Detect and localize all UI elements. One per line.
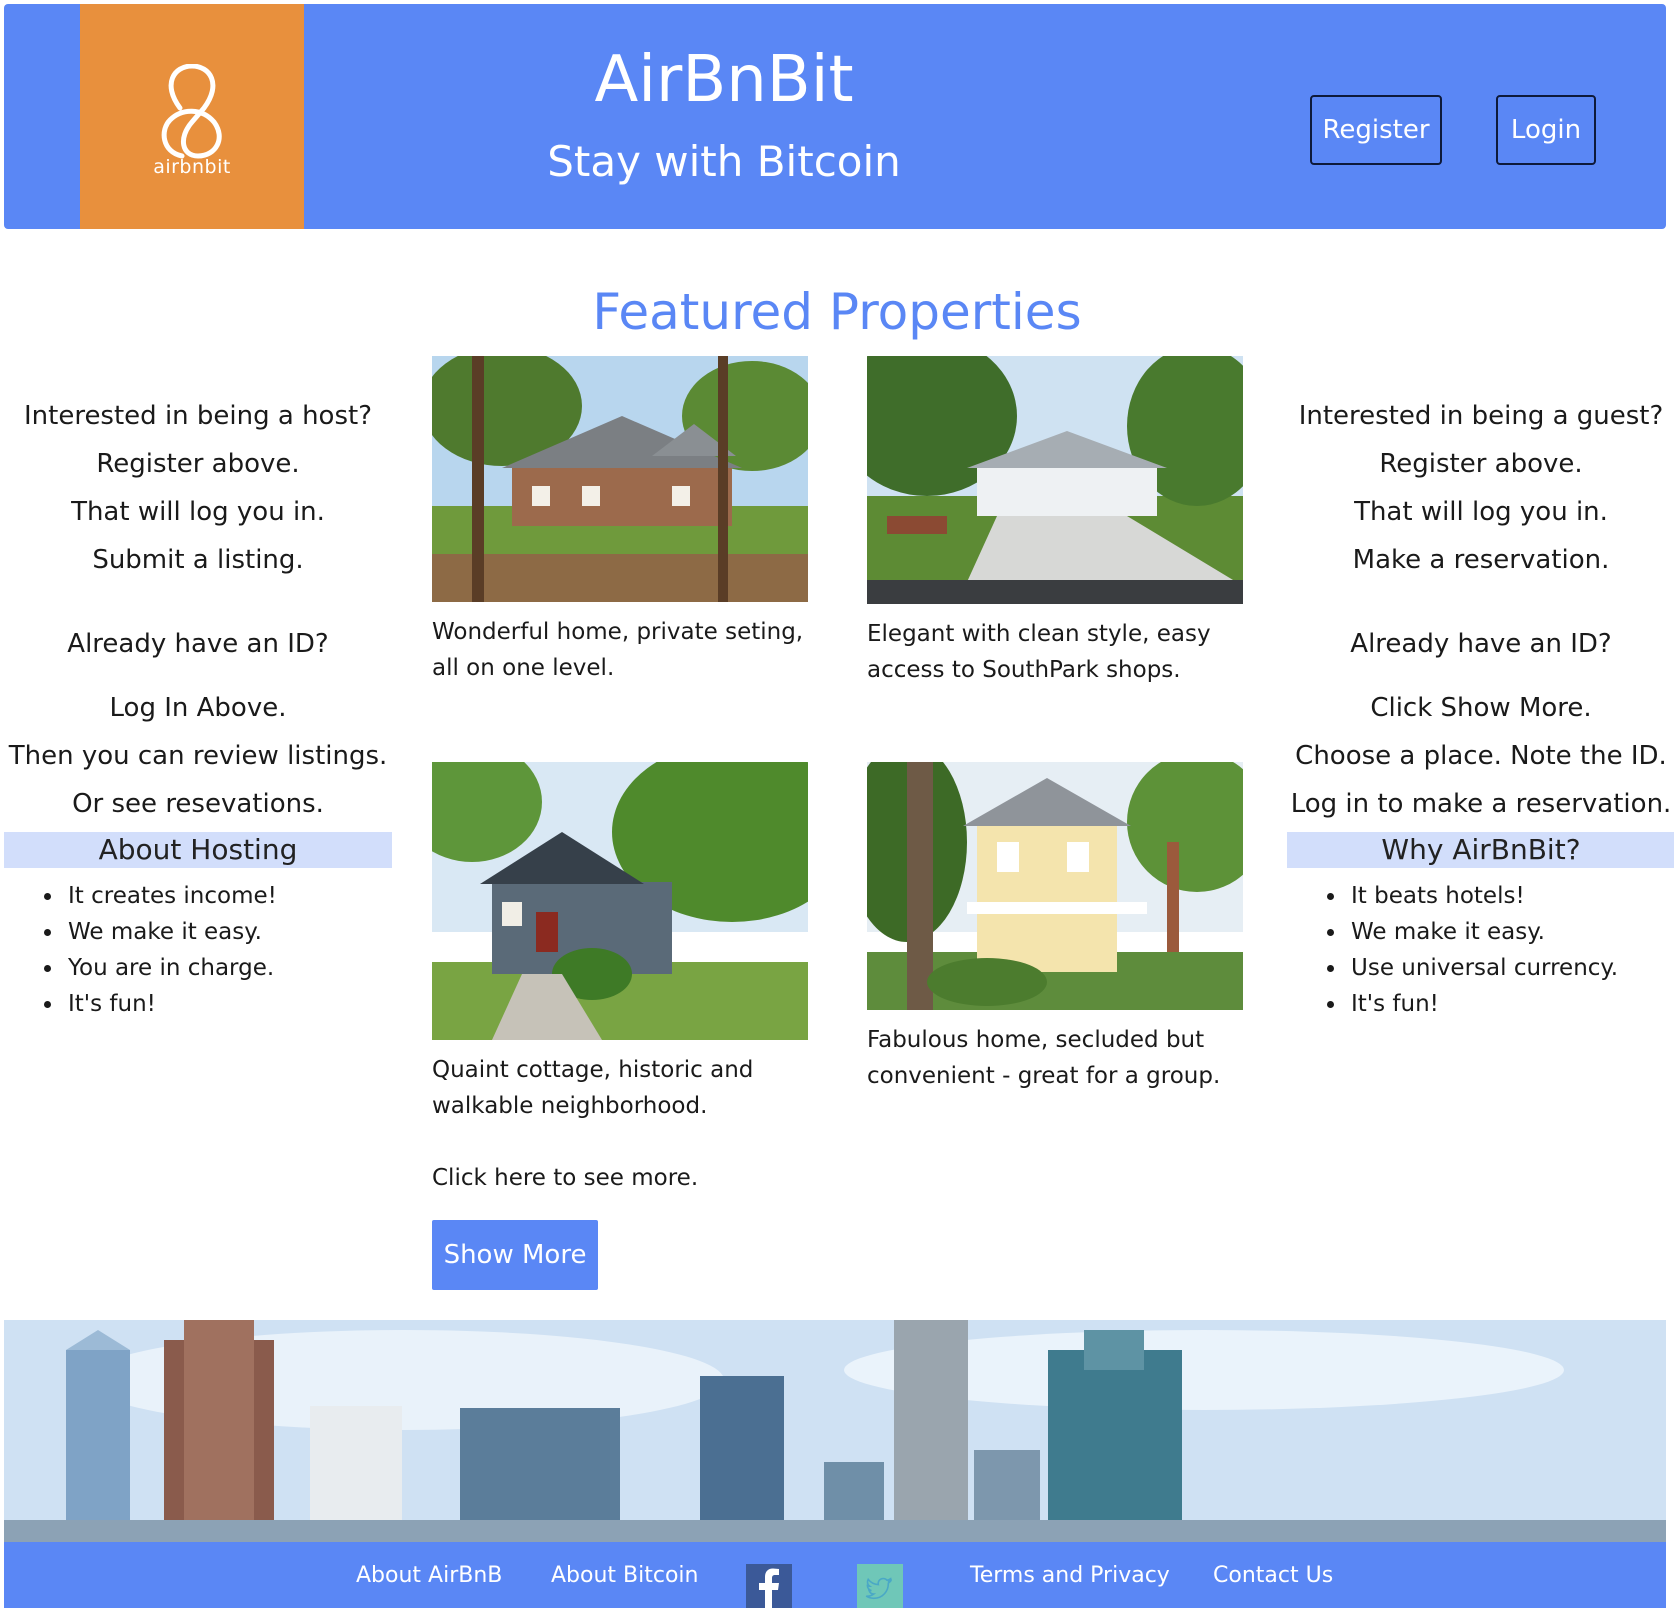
host-line: Then you can review listings. xyxy=(8,741,388,771)
site-header: airbnbit AirBnBit Stay with Bitcoin Regi… xyxy=(4,4,1666,229)
twitter-glyph-icon xyxy=(865,1577,892,1600)
hosting-benefits-list: It creates income! We make it easy. You … xyxy=(4,878,392,1022)
property-caption: Wonderful home, private seting, all on o… xyxy=(432,619,804,681)
twitter-icon[interactable] xyxy=(857,1564,903,1608)
list-item: Use universal currency. xyxy=(1347,950,1674,986)
host-line: Or see resevations. xyxy=(72,789,324,819)
logo-text: airbnbit xyxy=(153,156,231,178)
site-tagline: Stay with Bitcoin xyxy=(547,137,901,186)
guest-already-line: Already have an ID? xyxy=(1350,629,1612,659)
featured-properties-title: Featured Properties xyxy=(592,283,1082,341)
list-item: It beats hotels! xyxy=(1347,878,1674,914)
list-item: We make it easy. xyxy=(64,914,392,950)
guest-line: Make a reservation. xyxy=(1352,545,1610,575)
guest-line: Click Show More. xyxy=(1370,693,1592,723)
host-line: Log In Above. xyxy=(109,693,287,723)
guest-line: Choose a place. Note the ID. xyxy=(1295,741,1667,771)
city-skyline-image xyxy=(4,1320,1666,1542)
guest-line: Register above. xyxy=(1379,449,1583,479)
site-footer: About AirBnB About Bitcoin Terms and Pri… xyxy=(4,1542,1666,1608)
property-caption: Elegant with clean style, easy access to… xyxy=(867,621,1211,683)
host-line: That will log you in. xyxy=(71,497,325,527)
host-line: Interested in being a host? xyxy=(23,401,373,431)
list-item: It creates income! xyxy=(64,878,392,914)
about-bitcoin-link[interactable]: About Bitcoin xyxy=(551,1542,698,1608)
property-caption: Fabulous home, secluded but convenient -… xyxy=(867,1027,1221,1089)
property-photo xyxy=(867,762,1243,1010)
guest-line: Log in to make a reservation. xyxy=(1290,789,1672,819)
guest-line: Interested in being a guest? xyxy=(1298,401,1664,431)
property-photo xyxy=(867,356,1243,604)
property-caption: Quaint cottage, historic and walkable ne… xyxy=(432,1057,754,1119)
property-card[interactable]: Fabulous home, secluded but convenient -… xyxy=(867,762,1243,1094)
why-airbnbit-heading: Why AirBnBit? xyxy=(1287,832,1674,868)
list-item: We make it easy. xyxy=(1347,914,1674,950)
about-airbnb-link[interactable]: About AirBnB xyxy=(356,1542,502,1608)
airbnbit-logo-icon xyxy=(161,64,222,159)
property-card[interactable]: Elegant with clean style, easy access to… xyxy=(867,356,1243,688)
property-photo xyxy=(432,762,808,1040)
terms-privacy-link[interactable]: Terms and Privacy xyxy=(970,1542,1170,1608)
see-more-text: Click here to see more. xyxy=(432,1165,699,1191)
site-title: AirBnBit xyxy=(594,43,854,117)
about-hosting-heading: About Hosting xyxy=(4,832,392,868)
list-item: It's fun! xyxy=(1347,986,1674,1022)
logo[interactable]: airbnbit xyxy=(80,4,304,229)
host-info-column: Interested in being a host? Register abo… xyxy=(4,392,392,1022)
property-photo xyxy=(432,356,808,602)
property-card[interactable]: Wonderful home, private seting, all on o… xyxy=(432,356,808,686)
guest-info-column: Interested in being a guest? Register ab… xyxy=(1287,392,1674,1022)
list-item: It's fun! xyxy=(64,986,392,1022)
facebook-glyph-icon xyxy=(759,1568,779,1608)
host-line: Register above. xyxy=(96,449,300,479)
guest-benefits-list: It beats hotels! We make it easy. Use un… xyxy=(1287,878,1674,1022)
register-button[interactable]: Register xyxy=(1310,95,1442,165)
property-card[interactable]: Quaint cottage, historic and walkable ne… xyxy=(432,762,808,1124)
host-already-line: Already have an ID? xyxy=(67,629,329,659)
login-button[interactable]: Login xyxy=(1496,95,1596,165)
list-item: You are in charge. xyxy=(64,950,392,986)
show-more-button[interactable]: Show More xyxy=(432,1220,598,1290)
guest-line: That will log you in. xyxy=(1354,497,1608,527)
host-line: Submit a listing. xyxy=(92,545,304,575)
contact-us-link[interactable]: Contact Us xyxy=(1213,1542,1333,1608)
facebook-icon[interactable] xyxy=(746,1564,792,1608)
